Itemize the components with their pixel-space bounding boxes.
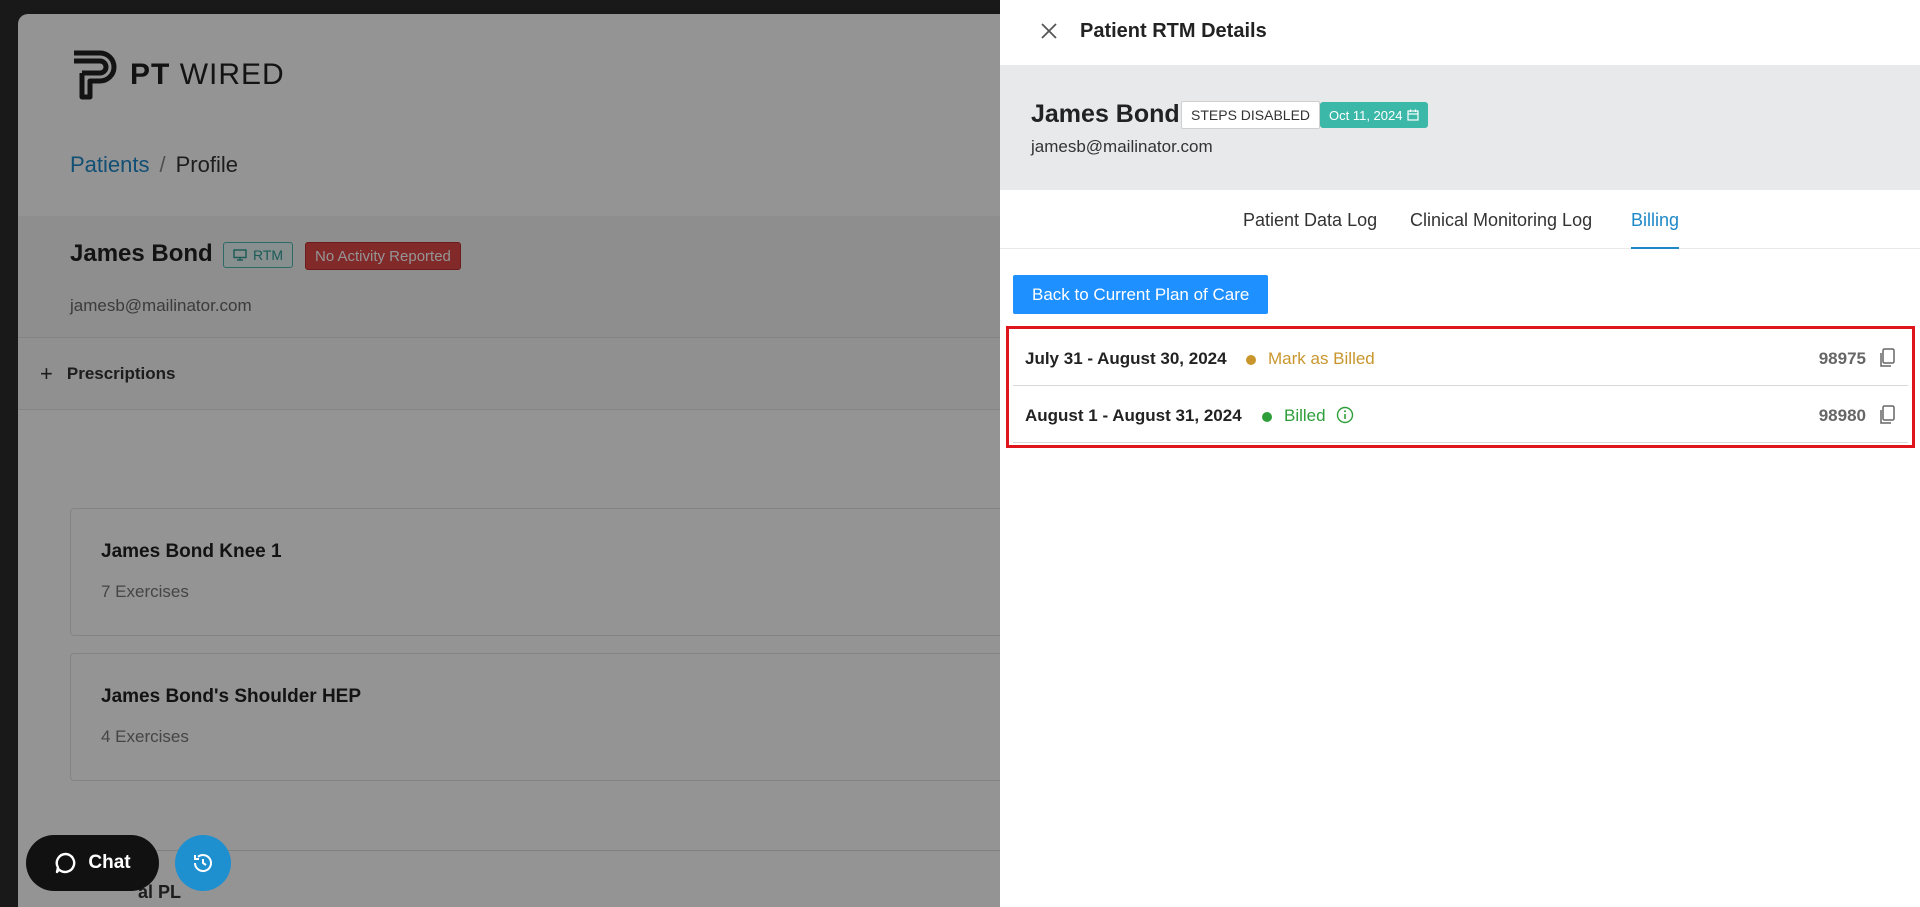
billed-status: Billed: [1284, 406, 1326, 425]
billing-code: 98975: [1818, 349, 1866, 368]
patient-name: James Bond: [1031, 100, 1180, 128]
panel-header: Patient RTM Details: [1000, 0, 1920, 65]
billing-period: August 1 - August 31, 2024: [1025, 406, 1242, 425]
history-button[interactable]: [175, 835, 231, 891]
chat-bubble-icon: [55, 852, 76, 874]
patient-email: jamesb@mailinator.com: [1031, 137, 1213, 156]
back-to-plan-of-care-button[interactable]: Back to Current Plan of Care: [1013, 275, 1269, 314]
date-badge-label: Oct 11, 2024: [1329, 107, 1403, 123]
tab-bar: Patient Data Log Clinical Monitoring Log…: [1000, 190, 1920, 249]
billing-row: August 1 - August 31, 2024 Billed 98980: [1013, 386, 1908, 443]
billing-period: July 31 - August 30, 2024: [1025, 349, 1227, 368]
copy-icon[interactable]: [1878, 348, 1896, 368]
billing-row: July 31 - August 30, 2024 Mark as Billed…: [1013, 329, 1908, 386]
tab-billing[interactable]: Billing: [1631, 210, 1680, 249]
chat-button[interactable]: Chat: [26, 835, 159, 891]
copy-icon[interactable]: [1878, 405, 1896, 425]
panel-title: Patient RTM Details: [1080, 20, 1267, 42]
billing-code: 98980: [1818, 406, 1866, 425]
chat-button-label: Chat: [88, 852, 131, 873]
calendar-icon: [1407, 109, 1420, 121]
info-icon[interactable]: [1336, 406, 1354, 424]
steps-disabled-badge: STEPS DISABLED: [1181, 101, 1321, 129]
status-dot: [1246, 355, 1256, 365]
history-clock-icon: [193, 854, 212, 872]
tab-clinical-monitoring-log[interactable]: Clinical Monitoring Log: [1410, 210, 1592, 247]
close-icon: [1041, 23, 1057, 39]
date-badge[interactable]: Oct 11, 2024: [1320, 102, 1429, 128]
mark-as-billed-link[interactable]: Mark as Billed: [1268, 349, 1375, 369]
tab-patient-data-log[interactable]: Patient Data Log: [1243, 210, 1377, 247]
patient-summary: James Bond STEPS DISABLED Oct 11, 2024 j…: [1000, 65, 1920, 190]
status-dot: [1262, 412, 1272, 422]
close-button[interactable]: [1038, 20, 1060, 42]
modal-backdrop[interactable]: [0, 0, 1000, 907]
patient-rtm-details-panel: Patient RTM Details James Bond STEPS DIS…: [1000, 0, 1920, 907]
